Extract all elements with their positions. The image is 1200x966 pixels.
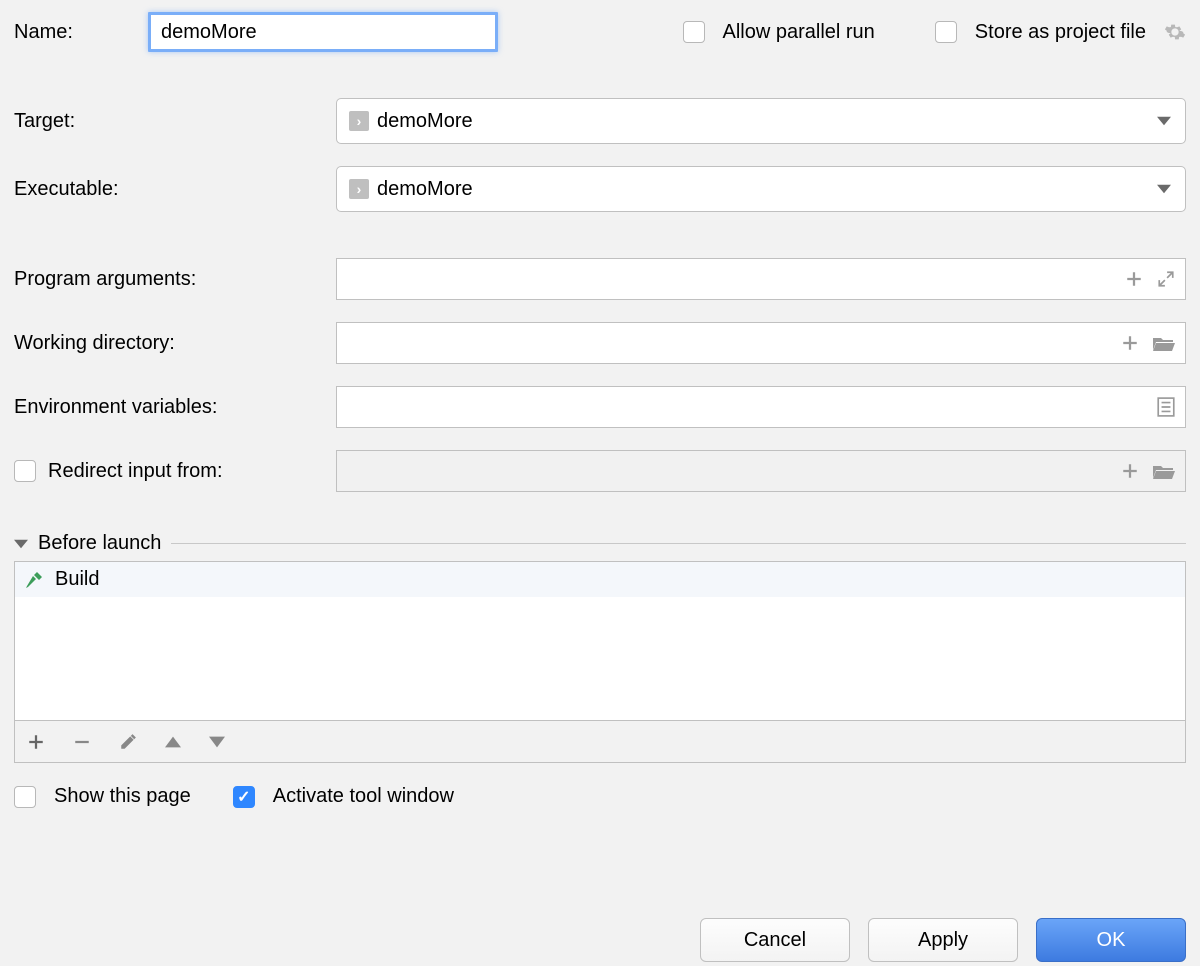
executable-label: Executable:	[14, 178, 324, 201]
divider	[171, 543, 1186, 544]
task-label: Build	[55, 568, 99, 591]
ok-button[interactable]: OK	[1036, 918, 1186, 962]
plus-icon[interactable]	[1125, 270, 1143, 288]
environment-variables-label: Environment variables:	[14, 396, 324, 419]
target-label: Target:	[14, 110, 324, 133]
task-row[interactable]: Build	[15, 562, 1185, 597]
chevron-down-icon	[1157, 114, 1171, 128]
executable-value: demoMore	[377, 178, 473, 201]
move-down-icon[interactable]	[209, 736, 225, 748]
redirect-input-field	[336, 450, 1186, 492]
edit-task-icon[interactable]	[119, 733, 137, 751]
folder-icon	[1153, 462, 1175, 480]
executable-dropdown[interactable]: › demoMore	[336, 166, 1186, 212]
add-task-icon[interactable]	[27, 733, 45, 751]
expand-icon[interactable]	[1157, 270, 1175, 288]
target-value: demoMore	[377, 110, 473, 133]
show-this-page-label: Show this page	[54, 785, 191, 808]
allow-parallel-label: Allow parallel run	[723, 21, 875, 44]
redirect-input-label: Redirect input from:	[48, 460, 223, 483]
plus-icon[interactable]	[1121, 334, 1139, 352]
plus-icon	[1121, 462, 1139, 480]
show-this-page-checkbox[interactable]	[14, 786, 36, 808]
cancel-button[interactable]: Cancel	[700, 918, 850, 962]
working-directory-label: Working directory:	[14, 332, 324, 355]
task-toolbar	[14, 721, 1186, 763]
store-project-file-label: Store as project file	[975, 21, 1146, 44]
working-directory-input[interactable]	[336, 322, 1186, 364]
target-icon: ›	[349, 111, 369, 131]
before-launch-task-list[interactable]: Build	[14, 561, 1186, 721]
program-arguments-input[interactable]	[336, 258, 1186, 300]
before-launch-title: Before launch	[38, 532, 161, 555]
activate-tool-window-label: Activate tool window	[273, 785, 454, 808]
redirect-input-checkbox[interactable]	[14, 460, 36, 482]
move-up-icon[interactable]	[165, 736, 181, 748]
hammer-icon	[25, 570, 45, 590]
folder-icon[interactable]	[1153, 334, 1175, 352]
chevron-down-icon	[1157, 182, 1171, 196]
environment-variables-input[interactable]	[336, 386, 1186, 428]
remove-task-icon[interactable]	[73, 733, 91, 751]
executable-icon: ›	[349, 179, 369, 199]
program-arguments-label: Program arguments:	[14, 268, 324, 291]
activate-tool-window-checkbox[interactable]	[233, 786, 255, 808]
list-icon[interactable]	[1157, 397, 1175, 417]
name-input[interactable]	[148, 12, 498, 52]
target-dropdown[interactable]: › demoMore	[336, 98, 1186, 144]
gear-icon[interactable]	[1164, 21, 1186, 43]
before-launch-header[interactable]: Before launch	[14, 532, 1186, 555]
store-project-file-checkbox[interactable]	[935, 21, 957, 43]
apply-button[interactable]: Apply	[868, 918, 1018, 962]
allow-parallel-checkbox[interactable]	[683, 21, 705, 43]
chevron-down-icon	[14, 537, 28, 551]
name-label: Name:	[14, 21, 136, 44]
